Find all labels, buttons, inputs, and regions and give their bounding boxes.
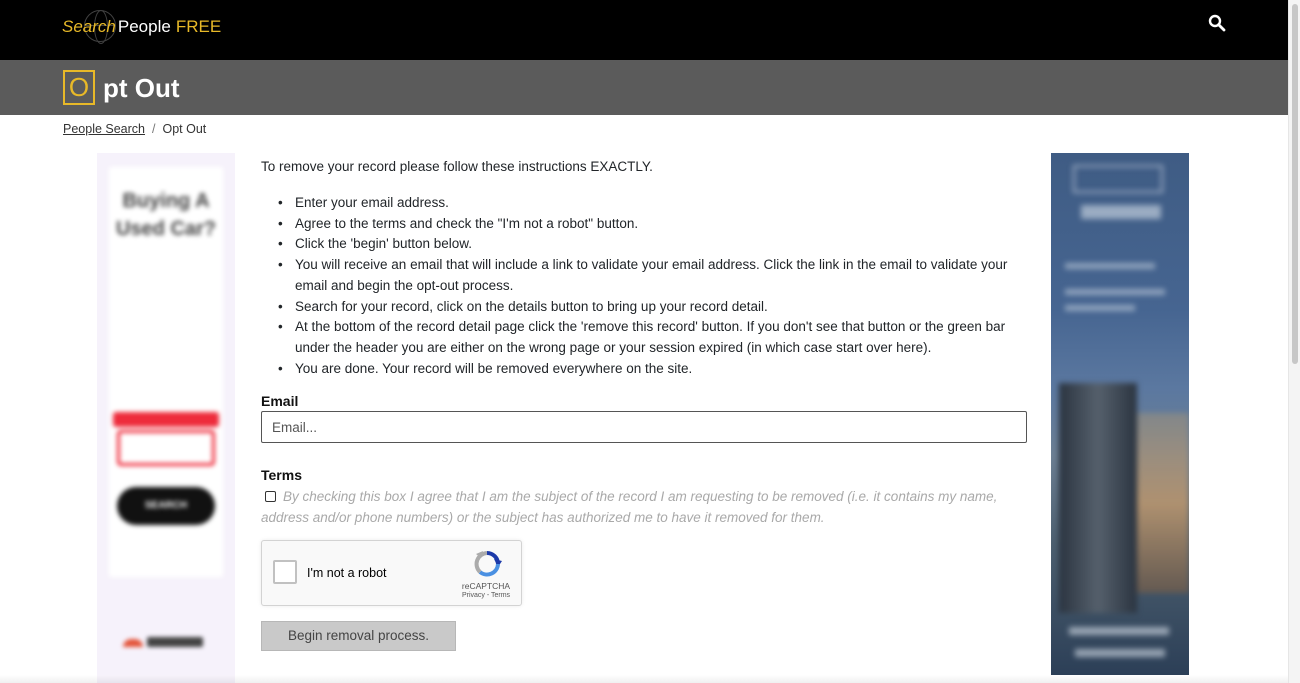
- list-item: You will receive an email that will incl…: [278, 255, 1028, 296]
- intro-text: To remove your record please follow thes…: [261, 159, 653, 174]
- recaptcha-widget: I'm not a robot reCAPTCHA Privacy - Term…: [261, 540, 522, 606]
- ad-card: Buying A Used Car? SEARCH: [109, 167, 223, 577]
- right-advertisement[interactable]: [1051, 153, 1189, 675]
- breadcrumb-separator: /: [152, 122, 156, 136]
- ad-brand-wordmark: [147, 637, 203, 647]
- breadcrumb-home-link[interactable]: People Search: [63, 122, 145, 136]
- list-item: Enter your email address.: [278, 193, 1028, 214]
- logo-search-text: Search: [62, 17, 116, 36]
- top-navbar: Search People FREE: [0, 0, 1288, 60]
- ad-headline: Buying A Used Car?: [115, 190, 217, 240]
- ad-brand-mark-icon: [123, 639, 143, 647]
- list-item: Click the 'begin' button below.: [278, 234, 1028, 255]
- ad-red-tag: [113, 412, 219, 427]
- search-icon[interactable]: [1208, 14, 1226, 32]
- ad-body-text: [119, 332, 213, 351]
- instructions-list: Enter your email address. Agree to the t…: [278, 193, 1028, 379]
- site-logo[interactable]: Search People FREE: [62, 10, 222, 44]
- bottom-edge-shadow: [0, 675, 1288, 683]
- ad-input-box: [117, 430, 215, 466]
- logo-free-text: FREE: [175, 17, 222, 36]
- terms-label: Terms: [261, 467, 302, 483]
- ad-search-button: SEARCH: [117, 487, 215, 525]
- ad-image: [1051, 153, 1189, 675]
- recaptcha-label: I'm not a robot: [307, 566, 387, 580]
- recaptcha-privacy-terms-link[interactable]: Privacy - Terms: [453, 592, 519, 599]
- breadcrumb-current: Opt Out: [162, 122, 207, 136]
- recaptcha-brand: reCAPTCHA: [461, 581, 511, 591]
- scrollbar-thumb[interactable]: [1292, 4, 1298, 364]
- breadcrumb: People Search / Opt Out: [63, 122, 206, 136]
- begin-removal-button[interactable]: Begin removal process.: [261, 621, 456, 651]
- ad-brand-logo: [123, 637, 211, 651]
- terms-checkbox[interactable]: [265, 491, 276, 502]
- email-field[interactable]: [261, 411, 1027, 443]
- left-advertisement[interactable]: Buying A Used Car? SEARCH: [97, 153, 235, 683]
- page-title: pt Out: [103, 73, 180, 103]
- email-label: Email: [261, 393, 299, 409]
- logo-people-text: People: [117, 17, 171, 36]
- list-item: You are done. Your record will be remove…: [278, 359, 1028, 380]
- terms-text[interactable]: By checking this box I agree that I am t…: [261, 489, 997, 525]
- list-item: Search for your record, click on the det…: [278, 297, 1028, 318]
- terms-agreement: By checking this box I agree that I am t…: [261, 486, 1031, 528]
- page-title-initial: O: [63, 70, 95, 105]
- page-title-bar: O pt Out: [0, 60, 1288, 115]
- list-item: Agree to the terms and check the "I'm no…: [278, 214, 1028, 235]
- list-item: At the bottom of the record detail page …: [278, 317, 1028, 358]
- recaptcha-checkbox[interactable]: [273, 560, 297, 584]
- recaptcha-logo-icon: [474, 551, 502, 577]
- page-scrollbar[interactable]: [1288, 0, 1300, 683]
